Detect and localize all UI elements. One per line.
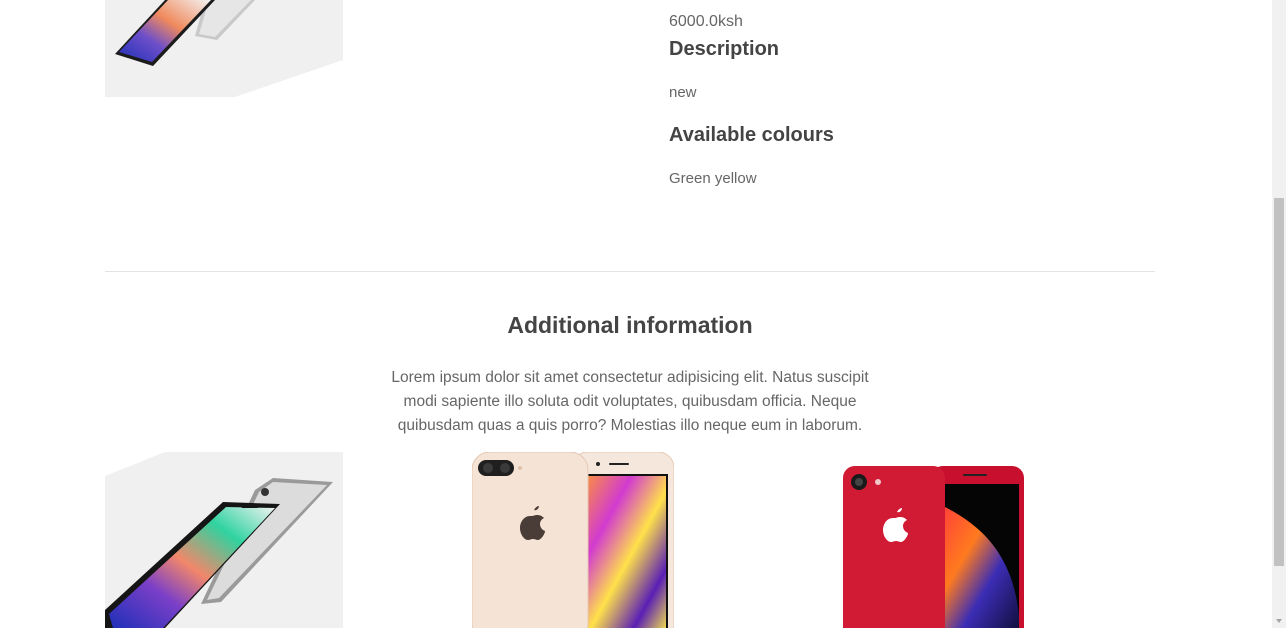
description-heading: Description [669,38,780,60]
section-divider [105,271,1155,272]
additional-info-heading: Additional information [507,312,753,338]
product-page: 6000.0ksh Description new Available colo… [0,0,1272,628]
related-product-iphone-8-plus[interactable] [472,452,674,628]
related-product-iphone-x[interactable] [105,452,343,628]
colours-heading: Available colours [669,124,834,146]
related-product-iphone-8-red[interactable] [843,466,1024,628]
vertical-scrollbar[interactable] [1272,0,1286,628]
scroll-down-arrow-icon[interactable] [1272,614,1286,628]
colours-text: Green yellow [669,170,757,187]
description-text: new [669,84,697,101]
main-product-image [105,0,343,97]
scrollbar-thumb[interactable] [1274,198,1284,566]
additional-info-text: Lorem ipsum dolor sit amet consectetur a… [391,369,869,434]
product-price: 6000.0ksh [669,13,743,30]
